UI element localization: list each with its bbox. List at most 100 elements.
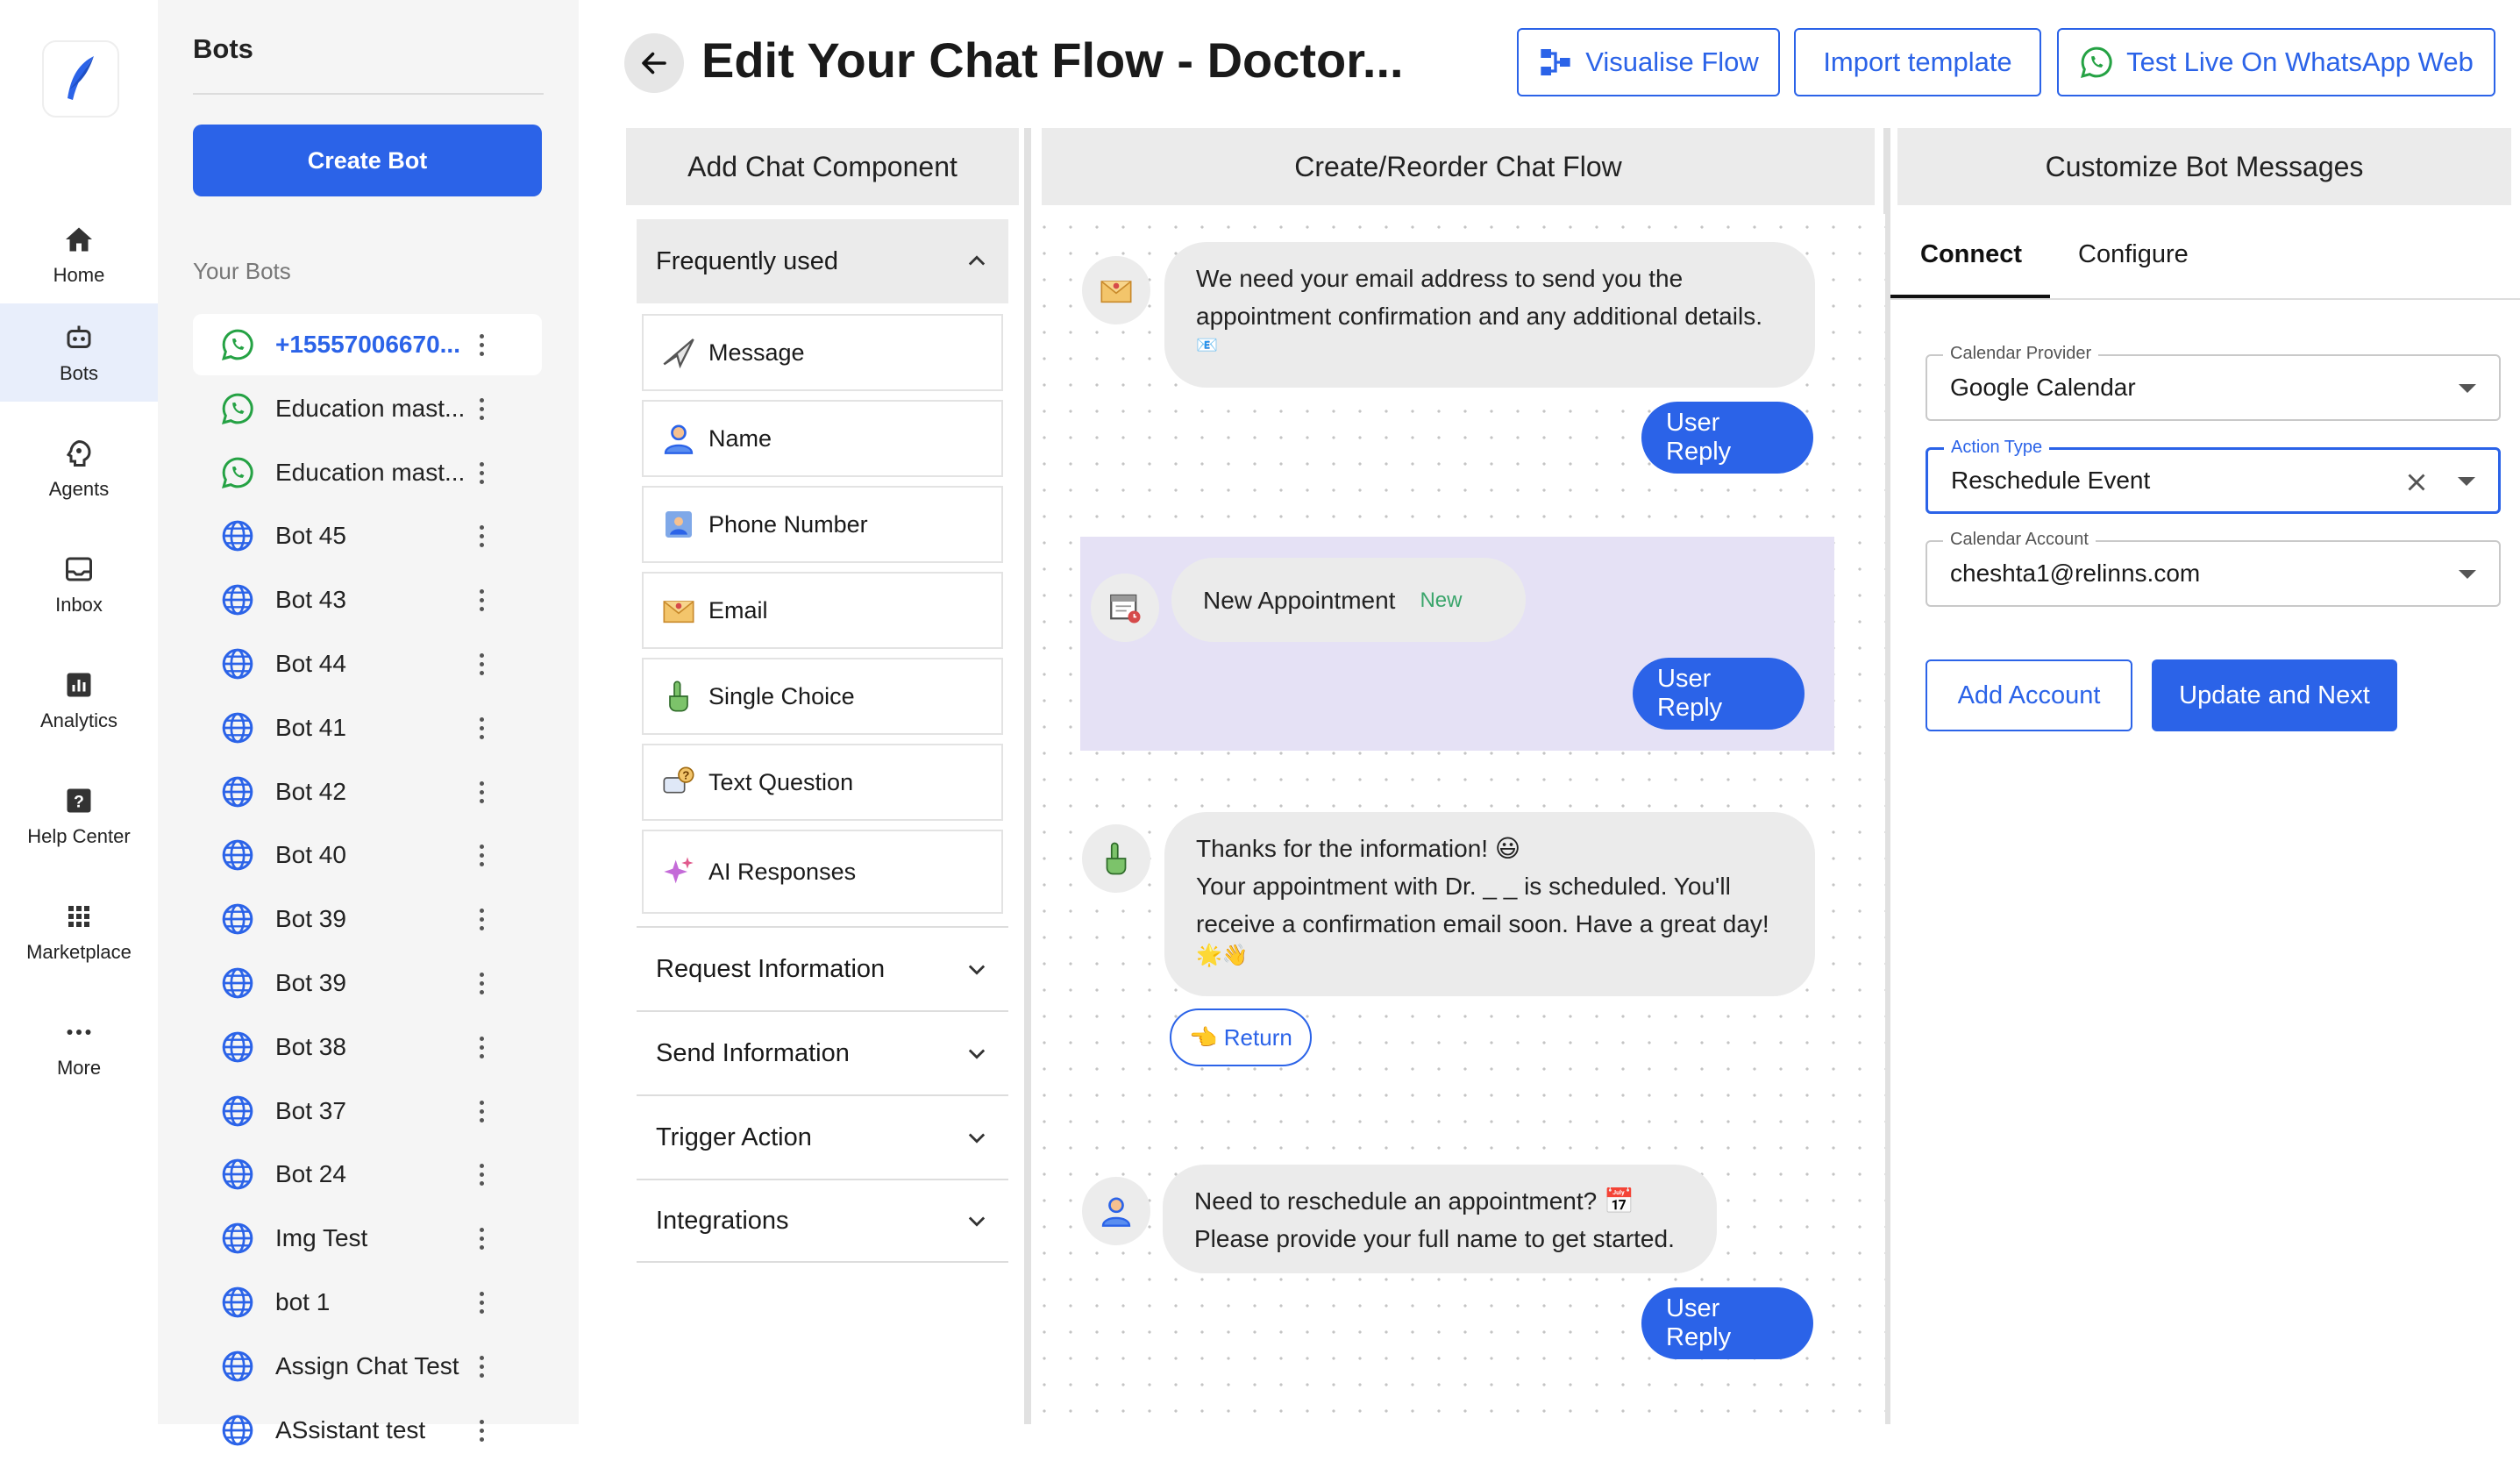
user-reply-button[interactable]: User Reply [1641,1287,1813,1359]
calendar-account-select[interactable]: Calendar Account cheshta1@relinns.com [1926,530,2501,607]
nav-analytics-label: Analytics [39,709,118,731]
arrow-left-icon [642,52,666,75]
user-reply-button[interactable]: User Reply [1641,402,1813,474]
field-label: Calendar Account [1943,530,2096,550]
chat-flow-header: Create/Reorder Chat Flow [1042,128,1875,205]
frequently-used-accordion[interactable]: Frequently used [637,219,1008,303]
visualise-flow-button[interactable]: Visualise Flow [1517,28,1780,96]
kebab-menu-icon[interactable] [468,1349,495,1384]
flow-node-confirmation-message[interactable]: Thanks for the information! 😃 Your appoi… [1164,812,1815,996]
frequently-used-label: Frequently used [656,246,838,275]
bot-list-item[interactable]: Bot 45 [193,505,542,567]
envelope-icon [1100,281,1132,303]
kebab-menu-icon[interactable] [468,837,495,873]
bot-name: Education mast... [275,395,466,422]
bot-list-item[interactable]: bot 1 [193,1272,542,1333]
test-whatsapp-button[interactable]: Test Live On WhatsApp Web [2057,28,2495,96]
nav-more[interactable]: More [0,998,158,1096]
nav-agents[interactable]: Agents [0,419,158,517]
bot-list-item[interactable]: Bot 24 [193,1144,542,1205]
kebab-menu-icon[interactable] [468,1030,495,1065]
flow-diagram-icon [1541,49,1570,75]
action-type-select[interactable]: Action Type Reschedule Event [1926,438,2501,514]
create-bot-button[interactable]: Create Bot [193,125,542,196]
tab-configure[interactable]: Configure [2078,240,2189,269]
globe-icon [219,1284,256,1321]
kebab-menu-icon[interactable] [468,1094,495,1129]
component-text-question[interactable]: ? Text Question [642,744,1003,821]
bot-list-item[interactable]: Bot 42 [193,761,542,823]
component-name[interactable]: Name [642,400,1003,477]
kebab-menu-icon[interactable] [468,327,495,362]
flow-node-reschedule-message[interactable]: Need to reschedule an appointment? 📅 Ple… [1163,1165,1717,1273]
kebab-menu-icon[interactable] [468,902,495,937]
nav-help-center[interactable]: ? Help Center [0,766,158,865]
kebab-menu-icon[interactable] [468,1221,495,1256]
component-message[interactable]: Message [642,314,1003,391]
tab-connect[interactable]: Connect [1920,240,2022,269]
bot-list-item[interactable]: Education mast... [193,378,542,439]
bot-name: Img Test [275,1224,368,1251]
kebab-menu-icon[interactable] [468,391,495,426]
bots-panel: Bots Create Bot Your Bots +15557006670..… [158,0,579,1446]
component-single-choice[interactable]: Single Choice [642,658,1003,735]
bot-list-item[interactable]: +15557006670... [193,314,542,375]
section-label: Send Information [656,1038,850,1067]
nav-home[interactable]: Home [0,205,158,303]
nav-help-label: Help Center [27,825,131,847]
bot-list-item[interactable]: Bot 41 [193,697,542,759]
bot-list-item[interactable]: Bot 37 [193,1080,542,1142]
component-phone-number[interactable]: Phone Number [642,486,1003,563]
app-logo[interactable] [42,40,119,118]
kebab-menu-icon[interactable] [468,518,495,553]
column-divider[interactable] [1024,128,1031,1424]
user-reply-button[interactable]: User Reply [1633,658,1805,730]
calendar-provider-select[interactable]: Calendar Provider Google Calendar [1926,344,2501,421]
bot-name: ASsistant test [275,1416,426,1443]
component-email[interactable]: Email [642,572,1003,649]
nav-marketplace[interactable]: Marketplace [0,882,158,980]
bot-list-item[interactable]: ASsistant test [193,1400,542,1461]
chevron-down-icon [968,965,986,975]
bot-list-item[interactable]: Education mast... [193,442,542,503]
kebab-menu-icon[interactable] [468,1413,495,1448]
kebab-menu-icon[interactable] [468,646,495,681]
kebab-menu-icon[interactable] [468,455,495,490]
section-request-information[interactable]: Request Information [637,926,1008,1010]
nav-bots[interactable]: Bots [0,303,158,402]
bot-list-item[interactable]: Bot 38 [193,1016,542,1078]
import-template-button[interactable]: Import template [1794,28,2041,96]
section-integrations[interactable]: Integrations [637,1179,1008,1263]
person-icon [1101,1197,1131,1227]
nav-agents-label: Agents [48,478,110,500]
kebab-menu-icon[interactable] [468,710,495,745]
return-button[interactable]: 👈 Return [1170,1008,1312,1066]
contact-card-icon [659,505,698,544]
section-trigger-action[interactable]: Trigger Action [637,1094,1008,1179]
update-and-next-button[interactable]: Update and Next [2152,659,2397,731]
nav-analytics[interactable]: Analytics [0,651,158,749]
kebab-menu-icon[interactable] [468,966,495,1001]
add-account-button[interactable]: Add Account [1926,659,2132,731]
bot-list-item[interactable]: Bot 40 [193,824,542,886]
bot-list-item[interactable]: Bot 44 [193,633,542,695]
kebab-menu-icon[interactable] [468,774,495,809]
bot-list-item[interactable]: Bot 39 [193,952,542,1014]
kebab-menu-icon[interactable] [468,1285,495,1320]
component-label: AI Responses [708,858,857,885]
bot-list-item[interactable]: Img Test [193,1208,542,1269]
flow-node-email-message[interactable]: We need your email address to send you t… [1164,242,1815,388]
section-send-information[interactable]: Send Information [637,1010,1008,1094]
close-icon[interactable] [2402,467,2431,497]
bot-list-item[interactable]: Bot 39 [193,888,542,950]
component-ai-responses[interactable]: AI Responses [642,830,1003,914]
kebab-menu-icon[interactable] [468,1157,495,1192]
customize-header: Customize Bot Messages [1897,128,2511,205]
flow-node-new-appointment[interactable]: New Appointment New [1171,558,1526,642]
nav-inbox[interactable]: Inbox [0,535,158,633]
caret-down-icon [2459,570,2476,579]
kebab-menu-icon[interactable] [468,582,495,617]
back-button[interactable] [624,33,684,93]
bot-list-item[interactable]: Assign Chat Test [193,1336,542,1397]
bot-list-item[interactable]: Bot 43 [193,569,542,631]
